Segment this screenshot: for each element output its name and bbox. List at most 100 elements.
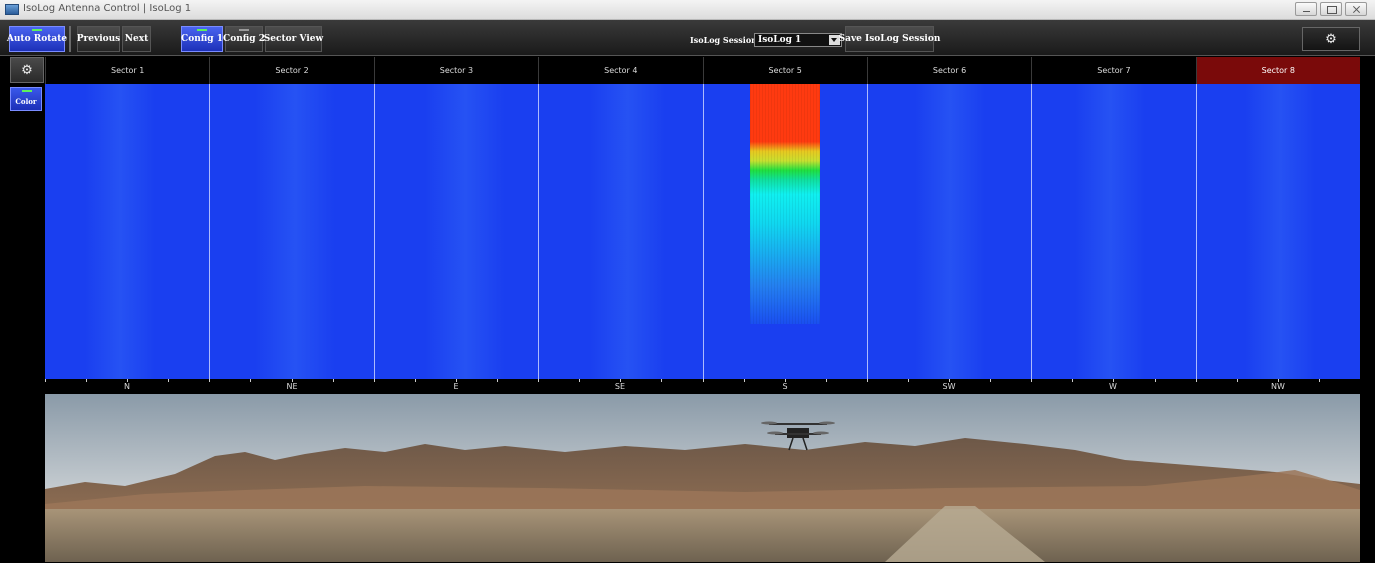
compass-tick: [1237, 379, 1238, 382]
save-session-label: Save IsoLog Session: [838, 34, 941, 44]
compass-tick: [374, 379, 375, 382]
waterfall-column: [425, 84, 505, 379]
compass-tick: [1319, 379, 1320, 382]
waterfall-column: [1075, 84, 1145, 379]
sector-divider: [1196, 84, 1197, 379]
compass-tick: [785, 379, 786, 382]
compass-label: NE: [286, 382, 298, 391]
waterfall-column: [915, 84, 985, 379]
compass-label: E: [453, 382, 459, 391]
compass-tick: [538, 379, 539, 382]
config1-button[interactable]: Config 1: [181, 26, 223, 52]
gear-icon: ⚙: [21, 62, 33, 78]
toolbar-separator: [69, 26, 71, 52]
sector-divider: [538, 84, 539, 379]
compass-tick: [86, 379, 87, 382]
app-body: Auto Rotate Previous Next Config 1 Confi…: [0, 20, 1375, 563]
session-label: IsoLog Session:: [690, 35, 760, 45]
sector-divider: [703, 84, 704, 379]
color-indicator: [22, 90, 32, 92]
window-title: IsoLog Antenna Control | IsoLog 1: [23, 3, 192, 14]
session-select-value: IsoLog 1: [758, 35, 802, 45]
settings-button[interactable]: ⚙: [1302, 27, 1360, 51]
sector-tab-5[interactable]: Sector 5: [702, 57, 867, 84]
compass-tick: [292, 379, 293, 382]
sector-tab-6[interactable]: Sector 6: [866, 57, 1032, 84]
compass-tick: [1196, 379, 1197, 382]
sector-tab-3[interactable]: Sector 3: [373, 57, 539, 84]
compass-label: SE: [614, 382, 626, 391]
sector-view-label: Sector View: [263, 34, 324, 44]
sector-tab-7[interactable]: Sector 7: [1031, 57, 1196, 84]
minimize-button[interactable]: [1295, 2, 1317, 16]
waterfall-column: [590, 84, 665, 379]
maximize-button[interactable]: [1320, 2, 1342, 16]
compass-tick: [744, 379, 745, 382]
panorama-scene: [45, 394, 1360, 562]
signal-texture: [750, 84, 820, 324]
window-titlebar: IsoLog Antenna Control | IsoLog 1: [0, 0, 1375, 20]
sector-divider: [1031, 84, 1032, 379]
sector-tab-2[interactable]: Sector 2: [209, 57, 374, 84]
app-icon: [5, 4, 19, 15]
compass-label: S: [782, 382, 788, 391]
config1-indicator: [197, 29, 207, 31]
sector-tab-8[interactable]: Sector 8: [1195, 57, 1360, 84]
sector-tab-4[interactable]: Sector 4: [538, 57, 703, 84]
next-button[interactable]: Next: [122, 26, 151, 52]
waterfall-column: [255, 84, 335, 379]
compass-tick: [1155, 379, 1156, 382]
compass-tick: [250, 379, 251, 382]
compass-tick: [826, 379, 827, 382]
waterfall-column: [85, 84, 155, 379]
compass-tick: [497, 379, 498, 382]
compass-tick: [456, 379, 457, 382]
sector-header: Sector 1 Sector 2 Sector 3 Sector 4 Sector 5…: [45, 57, 1360, 84]
window-controls: [1292, 2, 1367, 16]
compass-tick: [867, 379, 868, 382]
sector-divider: [867, 84, 868, 379]
auto-rotate-button[interactable]: Auto Rotate: [6, 26, 68, 52]
compass-tick: [333, 379, 334, 382]
compass-tick: [415, 379, 416, 382]
auto-rotate-label: Auto Rotate: [6, 34, 68, 44]
compass-label: NW: [1271, 382, 1285, 391]
compass-tick: [127, 379, 128, 382]
previous-button[interactable]: Previous: [77, 26, 120, 52]
sector-tab-1[interactable]: Sector 1: [45, 57, 210, 84]
app-window: IsoLog Antenna Control | IsoLog 1 Auto R…: [0, 0, 1375, 563]
auto-rotate-indicator: [32, 29, 42, 31]
compass-tick: [703, 379, 704, 382]
next-label: Next: [124, 34, 149, 44]
session-select[interactable]: IsoLog 1: [754, 33, 842, 47]
color-label: Color: [15, 97, 37, 106]
panorama-image: [45, 394, 1360, 562]
close-button[interactable]: [1345, 2, 1367, 16]
compass-tick: [168, 379, 169, 382]
compass-label: W: [1109, 382, 1117, 391]
config2-button[interactable]: Config 2: [223, 26, 265, 52]
color-button[interactable]: Color: [10, 87, 42, 111]
compass-strip: N NE E SE S SW W NW: [45, 379, 1360, 394]
side-settings-button[interactable]: ⚙: [10, 57, 44, 83]
config2-label: Config 2: [223, 34, 265, 44]
compass-tick: [908, 379, 909, 382]
config2-indicator: [239, 29, 249, 31]
compass-label: N: [124, 382, 130, 391]
toolbar: Auto Rotate Previous Next Config 1 Confi…: [0, 20, 1375, 56]
compass-tick: [620, 379, 621, 382]
compass-tick: [1278, 379, 1279, 382]
compass-tick: [209, 379, 210, 382]
save-session-button[interactable]: Save IsoLog Session: [839, 26, 940, 52]
compass-tick: [1113, 379, 1114, 382]
waterfall-column: [1245, 84, 1315, 379]
compass-label: SW: [942, 382, 956, 391]
sector-divider: [209, 84, 210, 379]
sector-view-button[interactable]: Sector View: [263, 26, 324, 52]
previous-label: Previous: [76, 34, 121, 44]
waterfall-display[interactable]: [45, 84, 1360, 379]
sector-divider: [374, 84, 375, 379]
compass-tick: [579, 379, 580, 382]
compass-tick: [990, 379, 991, 382]
compass-tick: [1072, 379, 1073, 382]
